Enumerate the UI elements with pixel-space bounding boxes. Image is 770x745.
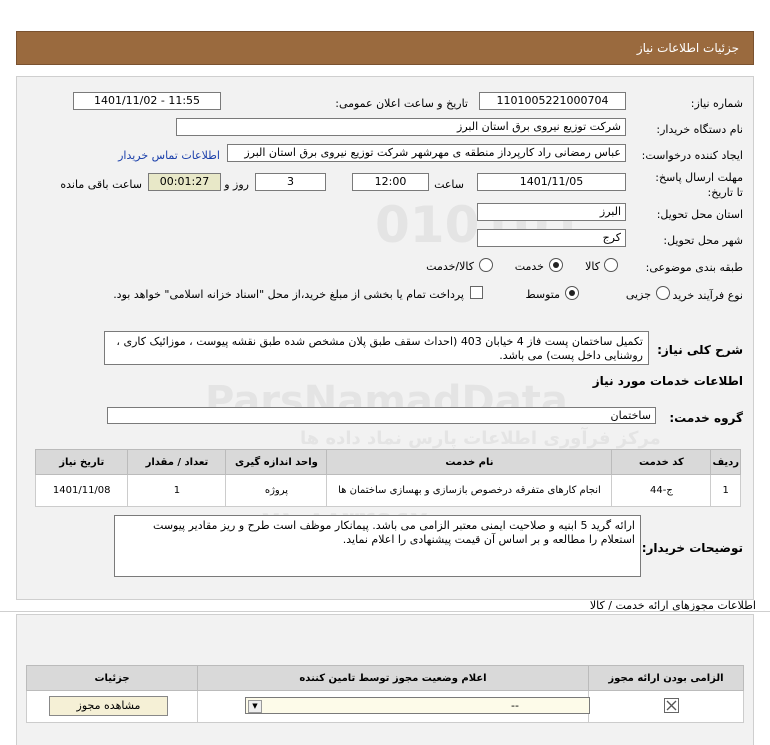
cell-qty: 1: [127, 474, 227, 507]
permit-required-checkbox[interactable]: [664, 698, 679, 713]
permits-table-header: الزامی بودن ارائه مجوز اعلام وضعیت مجوز …: [26, 665, 744, 691]
category-option-service: خدمت: [514, 260, 544, 273]
days-field: 3: [255, 173, 326, 191]
category-radio-goods-service[interactable]: [479, 258, 493, 272]
col-permit-status: اعلام وضعیت مجوز توسط تامین کننده: [197, 665, 589, 691]
deadline-time-label: ساعت: [434, 178, 464, 191]
page-title: جزئیات اطلاعات نیاز: [636, 41, 739, 55]
view-permit-button[interactable]: مشاهده مجوز: [49, 696, 168, 716]
treasury-note: پرداخت تمام یا بخشی از مبلغ خرید،از محل …: [113, 288, 464, 301]
permit-status-select[interactable]: ▼ --: [245, 697, 590, 714]
services-table: ردیف کد خدمت نام خدمت واحد اندازه گیری ت…: [34, 449, 741, 507]
remaining-time-label: ساعت باقی مانده: [60, 178, 142, 191]
process-option-medium: متوسط: [525, 288, 560, 301]
page-header: جزئیات اطلاعات نیاز: [16, 31, 754, 65]
buyer-org-label: نام دستگاه خریدار:: [656, 123, 743, 136]
category-option-goods-service: کالا/خدمت: [426, 260, 474, 273]
col-permit-details: جزئیات: [26, 665, 198, 691]
cell-name: انجام کارهای متفرقه درخصوص بازسازی و بهس…: [326, 474, 613, 507]
need-number-label: شماره نیاز:: [690, 97, 743, 110]
buyer-org-field: شرکت توزیع نیروی برق استان البرز: [176, 118, 626, 136]
category-option-goods: کالا: [585, 260, 600, 273]
city-label: شهر محل تحویل:: [663, 234, 743, 247]
chevron-down-icon: ▼: [248, 700, 262, 713]
buyer-notes-label: توضیحات خریدار:: [641, 541, 743, 555]
cell-date: 1401/11/08: [34, 474, 129, 507]
category-label: طبقه بندی موضوعی:: [645, 261, 743, 274]
col-unit: واحد اندازه گیری: [225, 449, 328, 475]
city-field: کرج: [477, 229, 626, 247]
summary-label: شرح کلی نیاز:: [657, 343, 743, 357]
process-label: نوع فرآیند خرید :: [665, 289, 743, 302]
cell-unit: پروژه: [225, 474, 328, 507]
creator-label: ایجاد کننده درخواست:: [641, 149, 743, 162]
summary-text: تکمیل ساختمان پست فاز 4 خیابان 403 (احدا…: [104, 331, 649, 365]
process-radio-medium[interactable]: [565, 286, 579, 300]
deadline-label: مهلت ارسال پاسخ: تا تاریخ:: [655, 171, 743, 199]
announce-date-label: تاریخ و ساعت اعلان عمومی:: [335, 97, 468, 110]
process-radio-minor[interactable]: [656, 286, 670, 300]
deadline-date-field: 1401/11/05: [477, 173, 626, 191]
process-option-minor: جزیی: [625, 288, 651, 301]
cell-row: 1: [710, 474, 741, 507]
col-row: ردیف: [710, 449, 741, 475]
col-date: تاریخ نیاز: [34, 449, 129, 475]
section-divider: [0, 611, 770, 612]
table-row: 1 ج-44 انجام کارهای متفرقه درخصوص بازساز…: [34, 474, 741, 507]
category-radio-goods[interactable]: [604, 258, 618, 272]
cell-code: ج-44: [611, 474, 712, 507]
buyer-contact-link[interactable]: اطلاعات تماس خریدار: [118, 149, 220, 162]
buyer-notes-text: ارائه گرید 5 ابنیه و صلاحیت ایمنی معتبر …: [114, 515, 641, 577]
province-field: البرز: [477, 203, 626, 221]
creator-field: عباس رمضانی راد کارپرداز منطقه ی مهرشهر …: [227, 144, 626, 162]
permit-status-value: --: [511, 699, 519, 712]
col-permit-required: الزامی بودن ارائه مجوز: [588, 665, 744, 691]
services-table-header: ردیف کد خدمت نام خدمت واحد اندازه گیری ت…: [34, 449, 741, 475]
province-label: استان محل تحویل:: [656, 208, 743, 221]
deadline-time-field: 12:00: [352, 173, 429, 191]
remaining-time-field: 00:01:27: [148, 173, 221, 191]
service-group-label: گروه خدمت:: [669, 411, 743, 425]
need-number-field: 1101005221000704: [479, 92, 626, 110]
col-qty: تعداد / مقدار: [127, 449, 227, 475]
announce-date-field: 1401/11/02 - 11:55: [73, 92, 221, 110]
x-mark-icon: [666, 700, 677, 711]
category-radio-service[interactable]: [549, 258, 563, 272]
days-label: روز و: [224, 178, 249, 191]
treasury-checkbox[interactable]: [470, 286, 483, 299]
service-group-field: ساختمان: [107, 407, 656, 424]
col-name: نام خدمت: [326, 449, 613, 475]
col-code: کد خدمت: [611, 449, 712, 475]
services-section-title: اطلاعات خدمات مورد نیاز: [592, 374, 743, 388]
